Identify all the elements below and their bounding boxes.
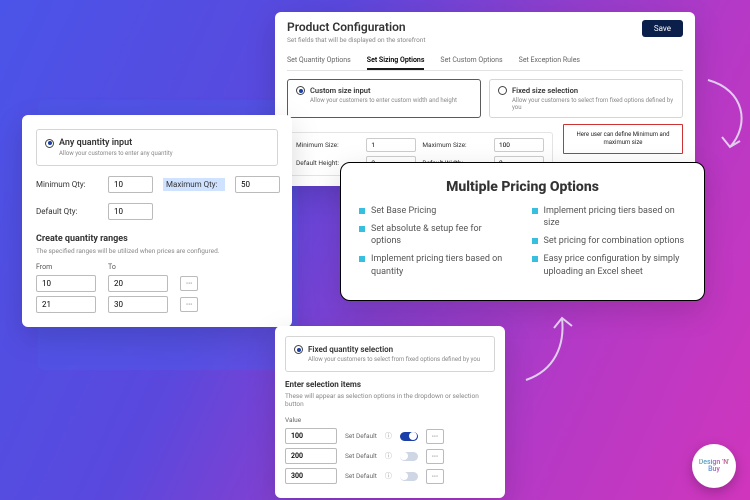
any-qty-option[interactable]: Any quantity input Allow your customers … [36, 129, 278, 166]
product-config-panel: Product Configuration Set fields that wi… [275, 12, 695, 186]
selection-row: Set Default ⓘ ··· [285, 448, 495, 464]
set-default-label: Set Default [345, 452, 377, 460]
max-qty-label: Maximum Qty: [163, 178, 225, 191]
set-default-label: Set Default [345, 432, 377, 440]
row-menu-button[interactable]: ··· [426, 469, 444, 484]
quantity-panel: Any quantity input Allow your customers … [22, 115, 292, 327]
pricing-title: Multiple Pricing Options [359, 179, 686, 195]
radio-fixed-qty[interactable] [294, 345, 303, 354]
bullet-icon [359, 256, 365, 262]
info-icon: ⓘ [385, 431, 392, 441]
info-icon: ⓘ [385, 451, 392, 461]
list-item: Set pricing for combination options [532, 235, 687, 247]
range-row: ··· [36, 275, 278, 292]
radio-any-qty[interactable] [45, 139, 54, 148]
arrow-icon [520, 310, 580, 390]
brand-text: Design 'N' Buy [692, 459, 736, 473]
row-menu-button[interactable]: ··· [180, 276, 198, 291]
bullet-icon [532, 256, 538, 262]
set-default-label: Set Default [345, 472, 377, 480]
save-button[interactable]: Save [642, 20, 683, 37]
default-toggle[interactable] [400, 432, 418, 441]
range-to-input[interactable] [108, 275, 168, 292]
option-desc: Allow your customers to enter any quanti… [59, 150, 269, 157]
fixed-qty-panel: Fixed quantity selection Allow your cust… [275, 326, 505, 498]
fixed-qty-option[interactable]: Fixed quantity selection Allow your cust… [285, 336, 495, 372]
value-input[interactable] [285, 448, 337, 464]
option-desc: Allow your customers to enter custom wid… [310, 97, 472, 104]
row-menu-button[interactable]: ··· [426, 429, 444, 444]
list-item: Implement pricing tiers based on size [532, 205, 687, 229]
min-qty-input[interactable] [108, 176, 153, 193]
pricing-panel: Multiple Pricing Options Set Base Pricin… [340, 162, 705, 301]
range-row: ··· [36, 296, 278, 313]
tab-quantity[interactable]: Set Quantity Options [287, 52, 351, 70]
min-size-label: Minimum Size: [296, 141, 360, 149]
max-size-label: Maximum Size: [422, 141, 488, 149]
pricing-col-right: Implement pricing tiers based on size Se… [532, 205, 687, 284]
selection-hint: These will appear as selection options i… [285, 392, 495, 408]
default-toggle[interactable] [400, 452, 418, 461]
def-qty-label: Default Qty: [36, 207, 98, 216]
radio-custom-size[interactable] [296, 86, 305, 95]
min-size-input[interactable] [366, 138, 416, 152]
size-callout: Here user can define Minimum and maximum… [563, 124, 683, 154]
max-size-input[interactable] [494, 138, 544, 152]
bullet-icon [359, 208, 365, 214]
to-header: To [108, 263, 168, 271]
range-from-input[interactable] [36, 275, 96, 292]
option-custom-size[interactable]: Custom size input Allow your customers t… [287, 79, 481, 118]
range-from-input[interactable] [36, 296, 96, 313]
default-toggle[interactable] [400, 472, 418, 481]
from-header: From [36, 263, 96, 271]
pricing-col-left: Set Base Pricing Set absolute & setup fe… [359, 205, 514, 284]
radio-fixed-size[interactable] [498, 86, 507, 95]
ranges-heading: Create quantity ranges [36, 234, 278, 244]
value-header: Value [285, 416, 495, 424]
max-qty-input[interactable] [235, 176, 280, 193]
list-item: Easy price configuration by simply uploa… [532, 253, 687, 277]
value-input[interactable] [285, 468, 337, 484]
list-item: Implement pricing tiers based on quantit… [359, 253, 514, 277]
list-item: Set Base Pricing [359, 205, 514, 217]
option-title: Fixed quantity selection [308, 345, 393, 354]
option-title: Any quantity input [59, 138, 132, 148]
page-subtitle: Set fields that will be displayed on the… [287, 36, 426, 44]
option-title: Custom size input [310, 86, 371, 95]
tab-exception[interactable]: Set Exception Rules [519, 52, 580, 70]
option-desc: Allow your customers to select from fixe… [308, 356, 486, 363]
brand-badge: Design 'N' Buy [692, 444, 736, 488]
config-tabs: Set Quantity Options Set Sizing Options … [287, 52, 683, 71]
range-to-input[interactable] [108, 296, 168, 313]
page-title: Product Configuration [287, 20, 426, 34]
value-input[interactable] [285, 428, 337, 444]
bullet-icon [532, 238, 538, 244]
selection-row: Set Default ⓘ ··· [285, 468, 495, 484]
option-desc: Allow your customers to select from fixe… [512, 97, 674, 111]
min-qty-label: Minimum Qty: [36, 180, 98, 189]
def-qty-input[interactable] [108, 203, 153, 220]
row-menu-button[interactable]: ··· [426, 449, 444, 464]
arrow-icon [700, 75, 750, 155]
bullet-icon [359, 226, 365, 232]
selection-heading: Enter selection items [285, 380, 495, 389]
option-title: Fixed size selection [512, 86, 578, 95]
tab-custom[interactable]: Set Custom Options [440, 52, 502, 70]
option-fixed-size[interactable]: Fixed size selection Allow your customer… [489, 79, 683, 118]
row-menu-button[interactable]: ··· [180, 297, 198, 312]
bullet-icon [532, 208, 538, 214]
info-icon: ⓘ [385, 471, 392, 481]
ranges-hint: The specified ranges will be utilized wh… [36, 247, 278, 255]
list-item: Set absolute & setup fee for options [359, 223, 514, 247]
selection-row: Set Default ⓘ ··· [285, 428, 495, 444]
tab-sizing[interactable]: Set Sizing Options [367, 52, 425, 70]
